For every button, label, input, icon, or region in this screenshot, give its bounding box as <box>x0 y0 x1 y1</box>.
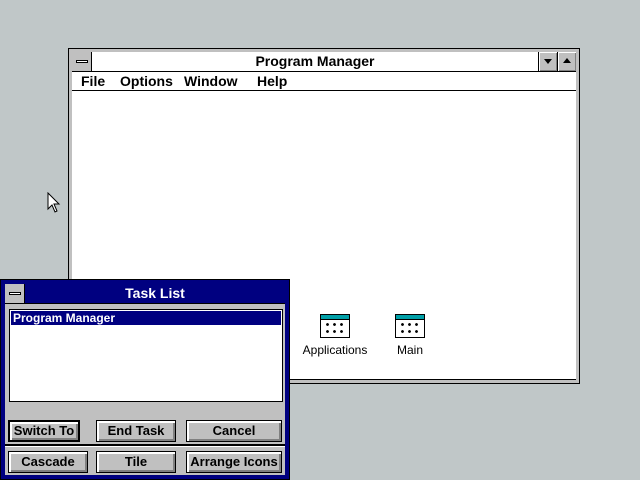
end-task-button[interactable]: End Task <box>96 420 176 442</box>
system-menu-icon <box>76 60 88 63</box>
minimize-button[interactable] <box>538 52 557 71</box>
group-applications[interactable]: Applications <box>295 314 375 357</box>
cancel-button[interactable]: Cancel <box>186 420 282 442</box>
list-item[interactable]: Program Manager <box>11 311 281 325</box>
program-manager-titlebar[interactable]: Program Manager <box>72 52 576 72</box>
maximize-button[interactable] <box>557 52 576 71</box>
system-menu-button[interactable] <box>72 52 92 71</box>
task-list-dialog[interactable]: Task List Program Manager Switch To End … <box>0 279 290 480</box>
group-label: Main <box>396 343 423 357</box>
switch-to-button[interactable]: Switch To <box>8 420 80 442</box>
tile-button[interactable]: Tile <box>96 451 176 473</box>
menu-options[interactable]: Options <box>120 73 173 89</box>
system-menu-button[interactable] <box>5 284 25 303</box>
window-title: Program Manager <box>255 53 375 69</box>
cascade-button[interactable]: Cascade <box>8 451 88 473</box>
task-list-titlebar[interactable]: Task List <box>5 284 285 304</box>
system-menu-icon <box>9 292 21 295</box>
button-separator <box>5 444 285 447</box>
group-main[interactable]: Main <box>370 314 450 357</box>
menu-bar: File Options Window Help <box>72 72 576 91</box>
program-group-icon <box>395 314 425 338</box>
menu-window[interactable]: Window <box>184 73 238 89</box>
menu-help[interactable]: Help <box>257 73 287 89</box>
minimize-arrow-icon <box>544 59 552 64</box>
arrange-icons-button[interactable]: Arrange Icons <box>186 451 282 473</box>
maximize-arrow-icon <box>563 58 571 63</box>
mouse-pointer-icon <box>47 192 61 213</box>
group-label: Applications <box>302 343 368 357</box>
task-listbox[interactable]: Program Manager <box>9 309 283 402</box>
dialog-title: Task List <box>125 285 185 301</box>
program-group-icon <box>320 314 350 338</box>
menu-file[interactable]: File <box>81 73 105 89</box>
